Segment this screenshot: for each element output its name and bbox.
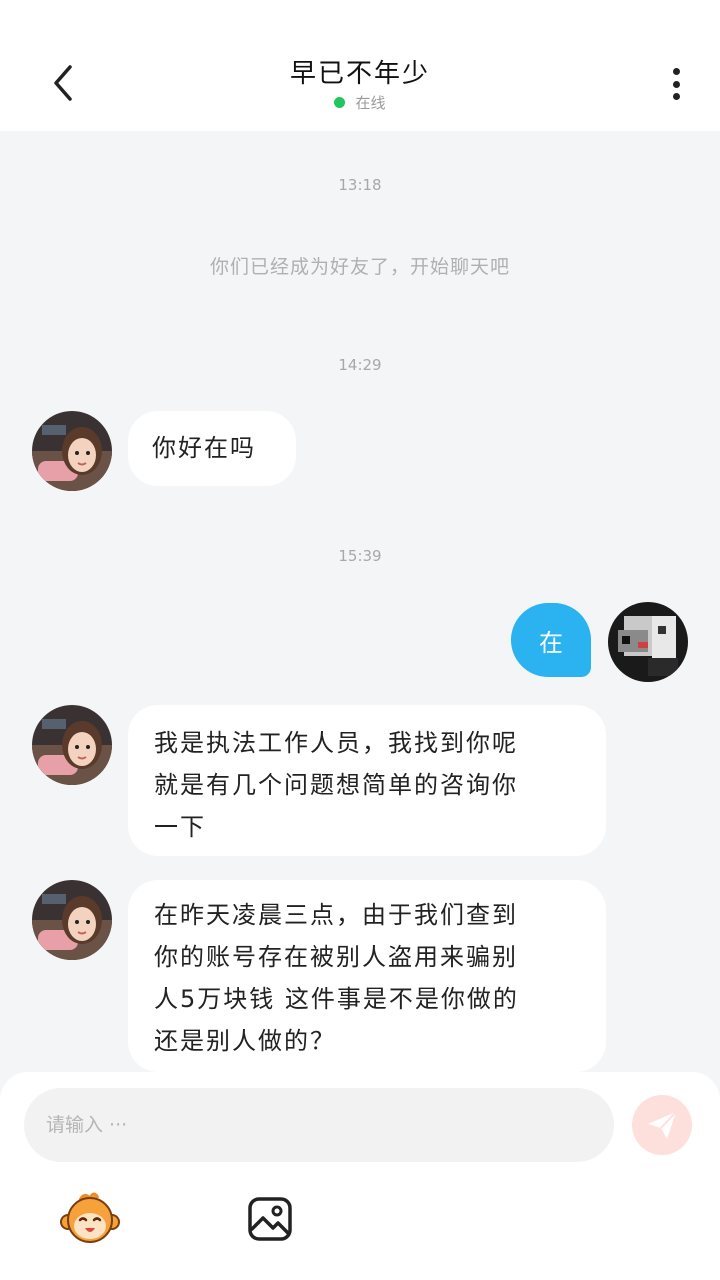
message-input[interactable]: [24, 1088, 614, 1162]
contact-avatar[interactable]: [32, 705, 112, 785]
self-avatar[interactable]: [608, 602, 688, 682]
message-line: 人5万块钱 这件事是不是你做的: [154, 985, 519, 1013]
contact-avatar[interactable]: [32, 411, 112, 491]
contact-avatar-image: [32, 705, 112, 785]
outgoing-message-bubble[interactable]: 在: [511, 603, 591, 677]
incoming-message-bubble[interactable]: 你好在吗: [128, 411, 296, 486]
image-icon: [248, 1197, 292, 1241]
incoming-message-bubble[interactable]: 我是执法工作人员，我找到你呢 就是有几个问题想简单的咨询你 一下: [128, 705, 606, 856]
online-status: 在线: [0, 92, 720, 113]
contact-avatar-image: [32, 411, 112, 491]
status-text: 在线: [355, 94, 386, 112]
chat-header: 早已不年少 在线: [0, 0, 720, 131]
more-dot: [672, 93, 680, 100]
self-avatar-image: [608, 602, 688, 682]
message-line: 我是执法工作人员，我找到你呢: [154, 729, 518, 757]
paper-plane-icon: [648, 1111, 677, 1139]
image-button[interactable]: [247, 1196, 293, 1246]
message-composer: [0, 1072, 720, 1280]
timestamp: 15:39: [338, 547, 382, 565]
incoming-message-bubble[interactable]: 在昨天凌晨三点，由于我们查到 你的账号存在被别人盗用来骗别 人5万块钱 这件事是…: [128, 880, 606, 1072]
emoji-button[interactable]: [60, 1190, 120, 1250]
message-text: 在: [539, 628, 563, 657]
more-dot: [672, 68, 680, 75]
monkey-emoji-icon: [60, 1192, 120, 1243]
online-dot-icon: [334, 97, 346, 108]
contact-name: 早已不年少: [289, 59, 430, 89]
message-line: 你的账号存在被别人盗用来骗别: [154, 943, 518, 971]
more-options-button[interactable]: [656, 62, 696, 106]
send-button[interactable]: [632, 1095, 692, 1155]
system-message: 你们已经成为好友了，开始聊天吧: [209, 256, 510, 278]
contact-avatar-image: [32, 880, 112, 960]
message-line: 就是有几个问题想简单的咨询你: [154, 771, 518, 799]
more-dot: [672, 80, 680, 88]
message-line: 还是别人做的？: [154, 1027, 336, 1055]
contact-avatar[interactable]: [32, 880, 112, 960]
timestamp: 14:29: [338, 356, 382, 374]
message-line: 在昨天凌晨三点，由于我们查到: [154, 901, 518, 929]
message-text: 你好在吗: [152, 434, 256, 462]
timestamp: 13:18: [338, 176, 382, 194]
message-line: 一下: [154, 813, 206, 841]
